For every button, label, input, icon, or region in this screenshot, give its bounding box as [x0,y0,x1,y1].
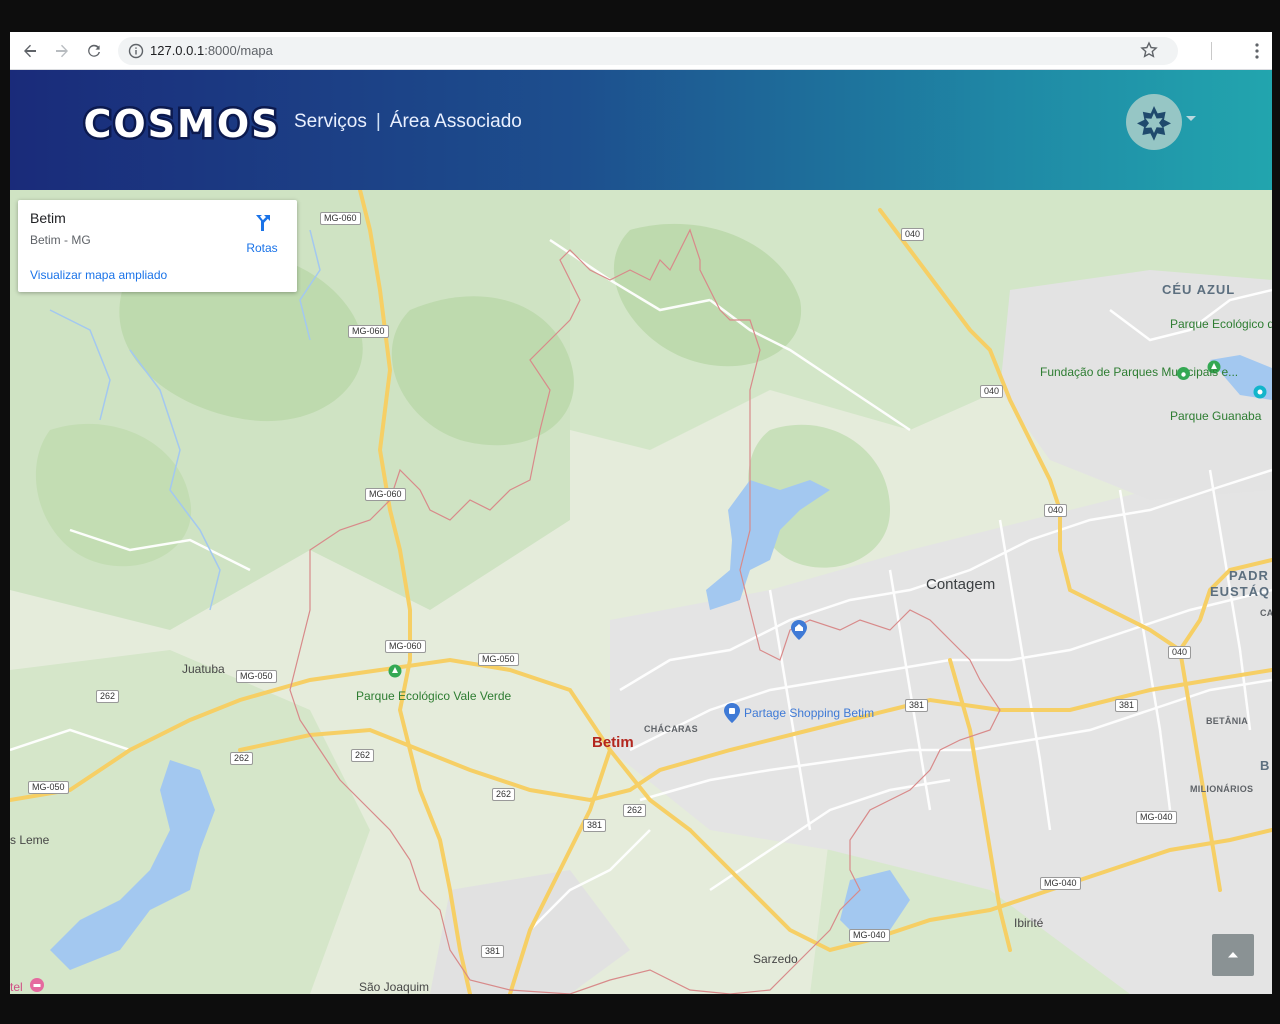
reload-icon [88,44,100,57]
shopping-pin-icon[interactable] [724,703,740,723]
hotel-marker-icon[interactable] [30,978,44,992]
bookmark-star-icon[interactable] [1140,41,1158,59]
road-shield: MG-040 [1136,811,1177,824]
district-label: CÉU AZUL [1162,282,1236,297]
user-menu-caret-icon[interactable] [1186,116,1196,121]
poi-label: Partage Shopping Betim [744,706,875,720]
back-button[interactable] [18,39,42,63]
road-shield: MG-040 [849,929,890,942]
park-label: Parque Ecológico Vale Verde [356,689,512,703]
directions-label: Rotas [246,241,278,255]
logo-text: COSMOS [83,102,280,146]
neighborhood-label: CA [1260,608,1272,618]
city-label: s Leme [10,833,50,847]
directions-button[interactable]: Rotas [242,212,282,255]
browser-window: 127.0.0.1:8000/mapa COSMOS Serviços | Ár… [10,32,1272,994]
road-shield: 262 [623,804,647,817]
city-label: Juatuba [182,662,225,676]
road-shield: 262 [351,749,375,762]
info-icon[interactable] [128,43,144,59]
place-card: Betim Betim - MG Visualizar mapa ampliad… [18,200,297,292]
road-shield: 381 [481,945,505,958]
road-shield: 262 [492,788,516,801]
map-canvas[interactable] [10,190,1272,994]
poi-label: tel [10,980,23,994]
district-label: PADR [1229,568,1269,583]
arrow-right-icon [56,44,68,58]
road-shield: 040 [901,228,925,241]
park-marker-icon[interactable] [388,664,402,682]
browser-toolbar: 127.0.0.1:8000/mapa [10,32,1272,70]
city-label: São Joaquim [359,980,430,994]
more-menu-icon[interactable] [1252,41,1262,61]
place-title: Betim [30,210,66,226]
city-label: Ibirité [1014,916,1044,930]
map-embed[interactable]: MG-060 MG-060 MG-060 MG-060 040 040 040 … [10,190,1272,994]
road-shield: MG-060 [365,488,406,501]
home-pin-icon[interactable] [791,620,807,640]
user-avatar[interactable] [1126,94,1182,150]
view-larger-map-link[interactable]: Visualizar mapa ampliado [30,268,167,282]
cosmos-logo[interactable]: COSMOS [82,100,282,148]
scroll-to-top-button[interactable] [1212,934,1254,976]
nav-servicos[interactable]: Serviços [294,111,367,133]
road-shield: MG-060 [348,325,389,338]
directions-icon [256,215,270,231]
district-label: B [1260,758,1271,773]
road-shield: 040 [980,385,1004,398]
place-address: Betim - MG [30,233,91,247]
nav-area-associado[interactable]: Área Associado [390,111,522,133]
site-header: COSMOS Serviços | Área Associado [10,70,1272,190]
star-badge-icon [1137,106,1171,141]
road-shield: 262 [230,752,254,765]
header-nav: Serviços | Área Associado [294,111,522,133]
neighborhood-label: MILIONÁRIOS [1190,784,1254,794]
reload-button[interactable] [82,39,106,63]
road-shield: MG-050 [478,653,519,666]
road-shield: MG-050 [28,781,69,794]
url-path: :8000/mapa [204,43,273,58]
forward-button[interactable] [50,39,74,63]
city-label: Sarzedo [753,952,798,966]
road-shield: 381 [583,819,607,832]
url-host: 127.0.0.1 [150,43,205,58]
road-shield: MG-060 [320,212,361,225]
focus-city-label: Betim [592,734,634,751]
road-shield: MG-040 [1040,877,1081,890]
road-shield: 040 [1044,504,1068,517]
park-label: Parque Guanaba [1170,409,1262,423]
road-shield: MG-050 [236,670,277,683]
road-shield: 381 [905,699,929,712]
url-text: 127.0.0.1:8000/mapa [150,43,273,58]
toolbar-divider [1211,42,1212,60]
district-label: EUSTÁQ [1210,584,1271,599]
city-label: Contagem [926,576,996,593]
neighborhood-label: BETÂNIA [1206,716,1249,726]
road-shield: 040 [1168,646,1192,659]
neighborhood-label: CHÁCARAS [644,724,698,734]
road-shield: MG-060 [385,640,426,653]
park-label: Parque Ecológico da Pampulha [1170,317,1272,331]
road-shield: 262 [96,690,120,703]
road-shield: 381 [1115,699,1139,712]
chevron-up-icon [1228,952,1238,958]
nav-separator: | [375,111,381,132]
park-paw-icon[interactable] [1177,367,1190,380]
park-label: Fundação de Parques Municipais e... [1040,365,1239,379]
address-bar[interactable]: 127.0.0.1:8000/mapa [118,37,1178,65]
park-marker-icon[interactable] [1253,385,1267,399]
arrow-left-icon [24,44,36,58]
